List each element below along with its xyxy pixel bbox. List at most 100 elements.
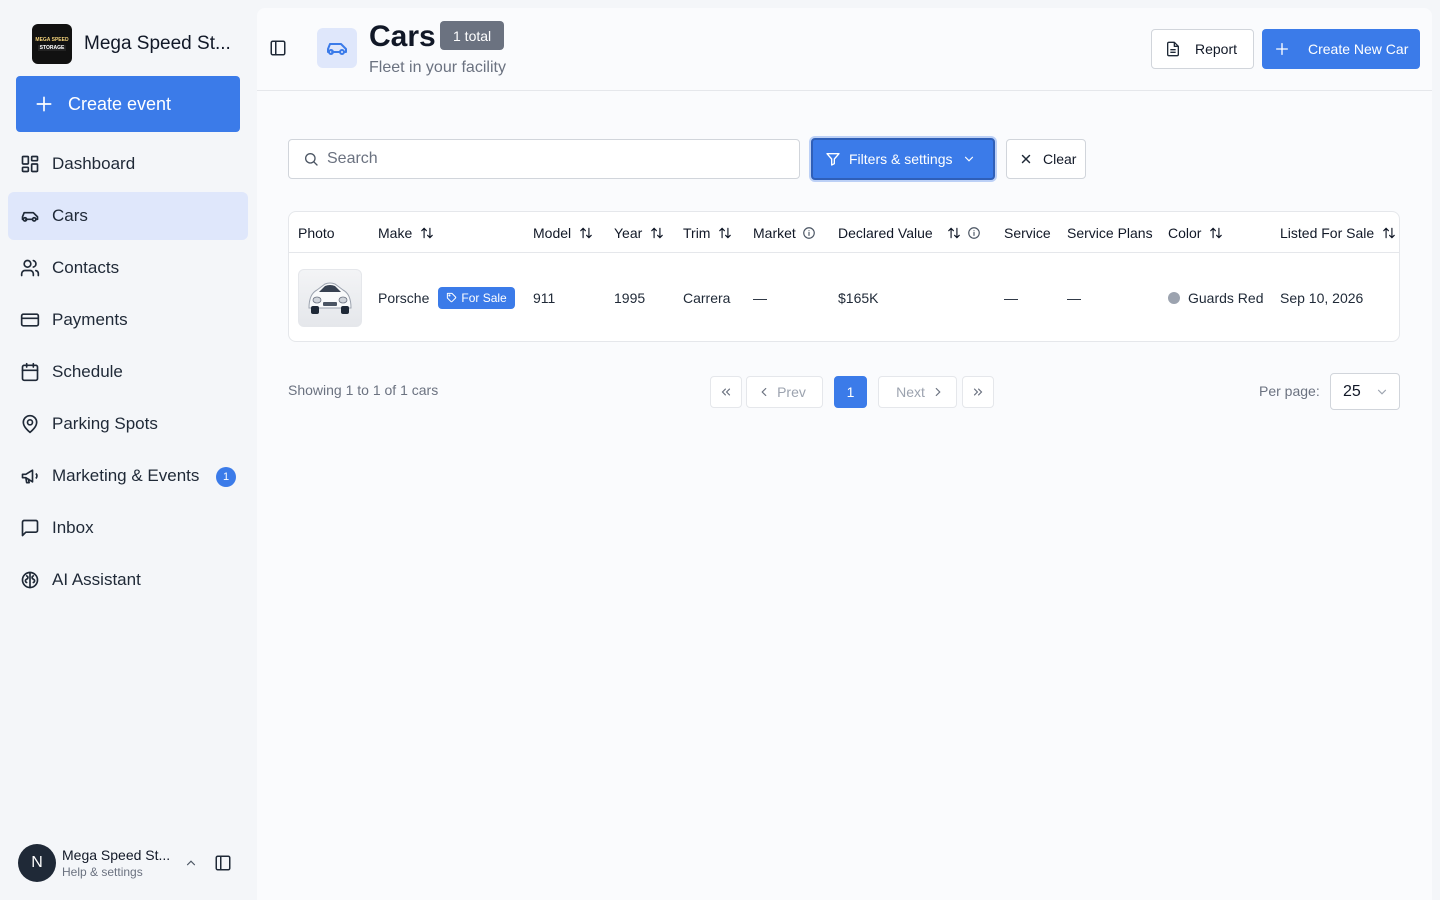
next-page-button[interactable]: Next <box>878 376 957 408</box>
prev-page-button[interactable]: Prev <box>746 376 823 408</box>
column-header-service-plans: Service Plans <box>1067 212 1153 253</box>
sidebar-item-cars[interactable]: Cars <box>8 192 248 240</box>
prev-label: Prev <box>777 384 806 400</box>
sort-icon[interactable] <box>947 226 961 240</box>
column-label: Trim <box>683 224 711 241</box>
brand[interactable]: MEGA SPEED STORAGE Mega Speed St... <box>32 24 231 64</box>
sidebar-item-label: AI Assistant <box>52 570 141 589</box>
filters-settings-button[interactable]: Filters & settings <box>811 138 995 180</box>
sidebar-item-inbox[interactable]: Inbox <box>8 504 248 552</box>
column-header-declared-value[interactable]: Declared Value <box>838 212 981 253</box>
main-content: Cars 1 total Fleet in your facility Repo… <box>257 8 1432 900</box>
brand-logo: MEGA SPEED STORAGE <box>32 24 72 64</box>
listed-for-sale-value: Sep 10, 2026 <box>1280 289 1364 306</box>
filters-label: Filters & settings <box>849 151 953 167</box>
car-icon <box>20 206 40 226</box>
column-header-make[interactable]: Make <box>378 212 434 253</box>
sidebar-toggle-icon[interactable] <box>214 854 232 872</box>
sidebar-item-parking-spots[interactable]: Parking Spots <box>8 400 248 448</box>
sort-icon[interactable] <box>579 226 593 240</box>
sort-icon[interactable] <box>1209 226 1223 240</box>
market-value: — <box>753 289 767 306</box>
page-header: Cars 1 total Fleet in your facility Repo… <box>257 8 1432 91</box>
first-page-button[interactable] <box>710 376 742 408</box>
chevron-down-icon <box>1375 385 1389 399</box>
cell-listed-for-sale: Sep 10, 2026 <box>1280 253 1364 341</box>
chevron-up-icon[interactable] <box>184 856 198 870</box>
cell-year: 1995 <box>614 253 646 341</box>
last-page-button[interactable] <box>962 376 994 408</box>
column-header-year[interactable]: Year <box>614 212 664 253</box>
credit-card-icon <box>20 310 40 330</box>
column-header-listed-for-sale[interactable]: Listed For Sale <box>1280 212 1396 253</box>
user-name: Mega Speed St... <box>62 847 171 863</box>
tag-icon <box>446 292 457 303</box>
clear-button[interactable]: Clear <box>1006 139 1086 179</box>
sort-icon[interactable] <box>718 226 732 240</box>
sort-icon[interactable] <box>650 226 664 240</box>
column-header-market: Market <box>753 212 816 253</box>
chevrons-right-icon <box>971 385 985 399</box>
plus-icon <box>1274 41 1290 57</box>
cell-model: 911 <box>533 253 556 341</box>
avatar: N <box>18 844 56 882</box>
message-square-icon <box>20 518 40 538</box>
megaphone-icon <box>20 466 40 486</box>
column-header-color[interactable]: Color <box>1168 212 1223 253</box>
cell-service-plans: — <box>1067 253 1081 341</box>
column-label: Declared Value <box>838 224 933 241</box>
sidebar-item-label: Contacts <box>52 258 120 277</box>
clear-label: Clear <box>1043 151 1077 167</box>
per-page-value: 25 <box>1343 382 1361 400</box>
sidebar-item-label: Schedule <box>52 362 123 381</box>
map-pin-icon <box>20 414 40 434</box>
sidebar-item-label: Dashboard <box>52 154 136 173</box>
sidebar-item-ai-assistant[interactable]: AI Assistant <box>8 556 248 604</box>
column-header-service: Service <box>1004 212 1051 253</box>
trim-value: Carrera <box>683 289 731 306</box>
model-value: 911 <box>533 289 556 306</box>
brand-name: Mega Speed St... <box>84 33 231 54</box>
sidebar-item-label: Cars <box>52 206 88 225</box>
column-header-trim[interactable]: Trim <box>683 212 732 253</box>
make-value: Porsche <box>378 289 430 306</box>
chevron-left-icon <box>757 385 771 399</box>
search-field[interactable] <box>288 139 800 179</box>
info-icon[interactable] <box>967 226 981 240</box>
create-event-button[interactable]: Create event <box>16 76 240 132</box>
file-text-icon <box>1165 41 1181 57</box>
chevron-down-icon <box>962 152 976 166</box>
info-icon[interactable] <box>802 226 816 240</box>
column-header-model[interactable]: Model <box>533 212 593 253</box>
search-input[interactable] <box>327 150 787 168</box>
page-button-current[interactable]: 1 <box>834 376 867 408</box>
for-sale-label: For Sale <box>461 290 507 305</box>
brain-icon <box>20 570 40 590</box>
report-button[interactable]: Report <box>1151 29 1254 69</box>
user-subtitle: Help & settings <box>62 865 143 879</box>
page-title: Cars <box>369 20 436 53</box>
color-value: Guards Red <box>1188 289 1264 306</box>
sort-icon[interactable] <box>1382 226 1396 240</box>
sidebar-item-contacts[interactable]: Contacts <box>8 244 248 292</box>
user-menu[interactable]: N Mega Speed St... Help & settings <box>18 842 242 884</box>
column-label: Color <box>1168 224 1202 241</box>
per-page-select[interactable]: 25 <box>1330 373 1400 410</box>
car-photo[interactable] <box>298 268 362 327</box>
notification-badge: 1 <box>216 467 236 487</box>
sidebar-item-dashboard[interactable]: Dashboard <box>8 140 248 188</box>
sidebar-item-payments[interactable]: Payments <box>8 296 248 344</box>
create-new-car-button[interactable]: Create New Car <box>1262 29 1420 69</box>
sidebar-item-marketing-events[interactable]: Marketing & Events 1 <box>8 452 248 500</box>
user-text: Mega Speed St... Help & settings <box>62 847 178 879</box>
sidebar-toggle-icon[interactable] <box>269 39 287 57</box>
service-value: — <box>1004 289 1018 306</box>
sidebar-item-schedule[interactable]: Schedule <box>8 348 248 396</box>
year-value: 1995 <box>614 289 646 306</box>
service-plans-value: — <box>1067 289 1081 306</box>
chevrons-left-icon <box>719 385 733 399</box>
report-label: Report <box>1195 41 1238 57</box>
cell-service: — <box>1004 253 1018 341</box>
page-subtitle: Fleet in your facility <box>369 59 506 76</box>
sort-icon[interactable] <box>420 226 434 240</box>
